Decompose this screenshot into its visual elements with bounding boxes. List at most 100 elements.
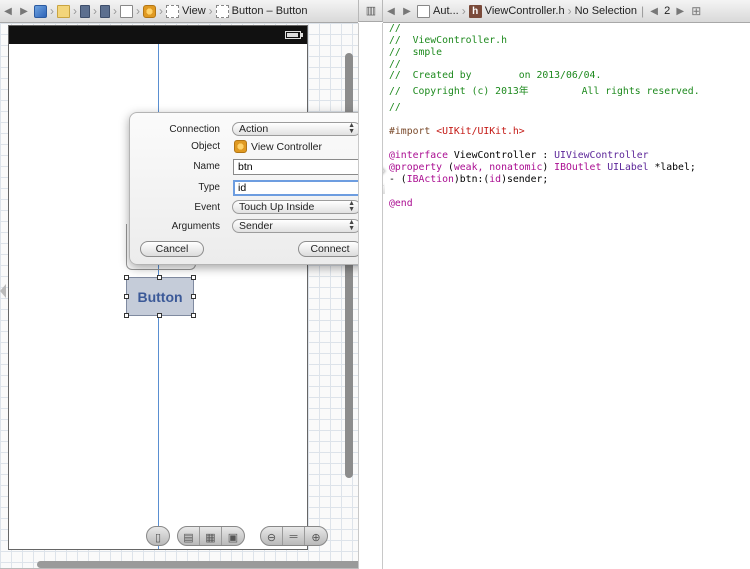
code-line: // Copyright (c) 2013年 All rights reserv… <box>389 86 700 97</box>
code-line-action: - (IBAction)btn:(id)sender; <box>389 174 548 186</box>
zoom-in-icon[interactable]: ⊕ <box>305 527 327 545</box>
breadcrumb-separator-icon: › <box>208 4 213 18</box>
back-arrow-icon[interactable]: ◀ <box>0 6 16 17</box>
type-combo-box[interactable]: ▼ <box>233 180 385 196</box>
arguments-popup[interactable]: Sender ▲ ▼ <box>232 219 361 233</box>
resize-handle[interactable] <box>124 313 129 318</box>
property-type: UILabel <box>607 162 649 173</box>
iphone-view[interactable]: Button <box>8 25 308 550</box>
jump-bar-automatic-label: Aut... <box>433 5 459 17</box>
connect-button[interactable]: Connect <box>298 241 362 257</box>
add-editor-icon[interactable]: ⊞ <box>688 4 704 18</box>
code-line: // <box>389 102 401 113</box>
name-row: Name <box>130 158 372 175</box>
property-attributes: weak, nonatomic <box>453 162 543 173</box>
canvas-toolbar: ▯ <box>146 526 170 546</box>
resize-handle[interactable] <box>191 313 196 318</box>
resize-handle[interactable] <box>157 275 162 280</box>
button-element[interactable]: Button <box>126 277 194 316</box>
align-icon[interactable]: ▤ <box>178 527 200 545</box>
connection-label: Connection <box>169 124 220 135</box>
action-signature: )btn:( <box>453 174 490 185</box>
popup-chevron-icon: ▲ ▼ <box>348 122 355 135</box>
related-items-menu[interactable]: ▥ <box>358 0 383 22</box>
event-label: Event <box>194 202 220 213</box>
jump-bar-header-file[interactable]: h ViewController.h <box>468 4 565 18</box>
back-arrow-icon[interactable]: ◀ <box>383 6 399 17</box>
align-pill: ▤ ▦ ▣ <box>177 526 245 546</box>
jump-bar-file[interactable] <box>100 4 110 18</box>
popup-chevron-icon: ▲ ▼ <box>348 219 355 232</box>
resize-handle[interactable] <box>157 313 162 318</box>
object-value: View Controller <box>234 140 322 153</box>
iboutlet-keyword: IBOutlet <box>554 162 602 173</box>
property-variable: *label; <box>648 162 696 173</box>
cancel-button[interactable]: Cancel <box>140 241 204 257</box>
connection-value: Action <box>239 123 269 135</box>
zoom-actual-icon[interactable]: ═ <box>283 527 305 545</box>
import-path: <UIKit/UIKit.h> <box>436 126 525 137</box>
editor-divider[interactable] <box>358 23 383 569</box>
resize-handle[interactable] <box>191 275 196 280</box>
code-line: // ViewController.h <box>389 35 507 46</box>
interface-keyword: @interface <box>389 150 448 161</box>
editor-jump-bar-left: ◀ ▶ › › › › › › View › Button – Button <box>0 0 358 23</box>
resize-handle[interactable] <box>124 275 129 280</box>
code-line: // smple <box>389 47 443 58</box>
action-end: )sender; <box>501 174 549 185</box>
event-value: Touch Up Inside <box>239 201 315 213</box>
resize-handle[interactable] <box>124 294 129 299</box>
type-label: Type <box>198 182 220 193</box>
scene-entry-arrow-icon <box>0 284 6 298</box>
connect-button-label: Connect <box>310 243 350 255</box>
pin-icon[interactable]: ▦ <box>200 527 222 545</box>
jump-bar-view[interactable]: View <box>166 4 206 18</box>
zoom-out-icon[interactable]: ⊖ <box>261 527 283 545</box>
event-popup[interactable]: Touch Up Inside ▲ ▼ <box>232 200 361 214</box>
form-factor-toggle[interactable]: ▯ <box>146 526 170 546</box>
ibaction-keyword: IBAction <box>406 174 454 185</box>
jump-bar-view-label: View <box>182 5 206 17</box>
jump-bar-selection[interactable]: No Selection <box>575 5 637 17</box>
resolve-icon[interactable]: ▣ <box>222 527 244 545</box>
name-field[interactable] <box>233 159 361 175</box>
jump-bar-storyboard[interactable] <box>80 4 90 18</box>
iphone-size-icon[interactable]: ▯ <box>147 527 169 545</box>
action-dash: - ( <box>389 174 407 185</box>
editor-jump-bar-right: ◀ ▶ Aut... › h ViewController.h › No Sele… <box>383 0 750 23</box>
connection-popup[interactable]: Action ▲ ▼ <box>232 122 361 136</box>
jump-bar-folder[interactable] <box>57 4 70 18</box>
type-row: Type ▼ <box>130 179 385 196</box>
button-object-icon <box>215 4 229 18</box>
breadcrumb-separator-icon: › <box>461 4 466 18</box>
jump-bar-scene[interactable] <box>120 4 133 18</box>
horizontal-scrollbar[interactable] <box>37 561 363 568</box>
jump-bar-project[interactable] <box>34 4 47 18</box>
connection-row: Connection Action ▲ ▼ <box>130 121 372 138</box>
header-file-icon: h <box>468 4 482 18</box>
end-keyword: @end <box>389 198 413 209</box>
breadcrumb-separator-icon: › <box>73 4 77 18</box>
breadcrumb-separator-icon: › <box>136 4 140 18</box>
view-icon <box>166 4 179 18</box>
battery-icon <box>285 31 303 39</box>
jump-bar-view-controller[interactable] <box>143 4 156 18</box>
scene-icon <box>120 4 133 18</box>
jump-bar-automatic[interactable]: Aut... <box>417 4 459 18</box>
forward-arrow-icon[interactable]: ▶ <box>399 6 415 17</box>
object-label: Object <box>191 141 220 152</box>
forward-arrow-icon[interactable]: ▶ <box>16 6 32 17</box>
storyboard-canvas[interactable]: Button ▯ ▤ ▦ ▣ ⊖ ═ ⊕ <box>0 23 363 569</box>
storyboard-file-icon <box>80 4 90 18</box>
previous-counterpart-icon[interactable]: ◀ <box>646 6 662 17</box>
breadcrumb-separator-icon: › <box>50 4 54 18</box>
jump-bar-button[interactable]: Button – Button <box>215 4 308 18</box>
view-controller-icon <box>234 140 247 153</box>
interface-superclass: UIViewController <box>554 150 649 161</box>
zoom-pill: ⊖ ═ ⊕ <box>260 526 328 546</box>
resize-handle[interactable] <box>191 294 196 299</box>
folder-icon <box>57 4 70 18</box>
next-counterpart-icon[interactable]: ▶ <box>672 6 688 17</box>
arguments-value: Sender <box>239 220 273 232</box>
type-field[interactable] <box>235 182 376 194</box>
